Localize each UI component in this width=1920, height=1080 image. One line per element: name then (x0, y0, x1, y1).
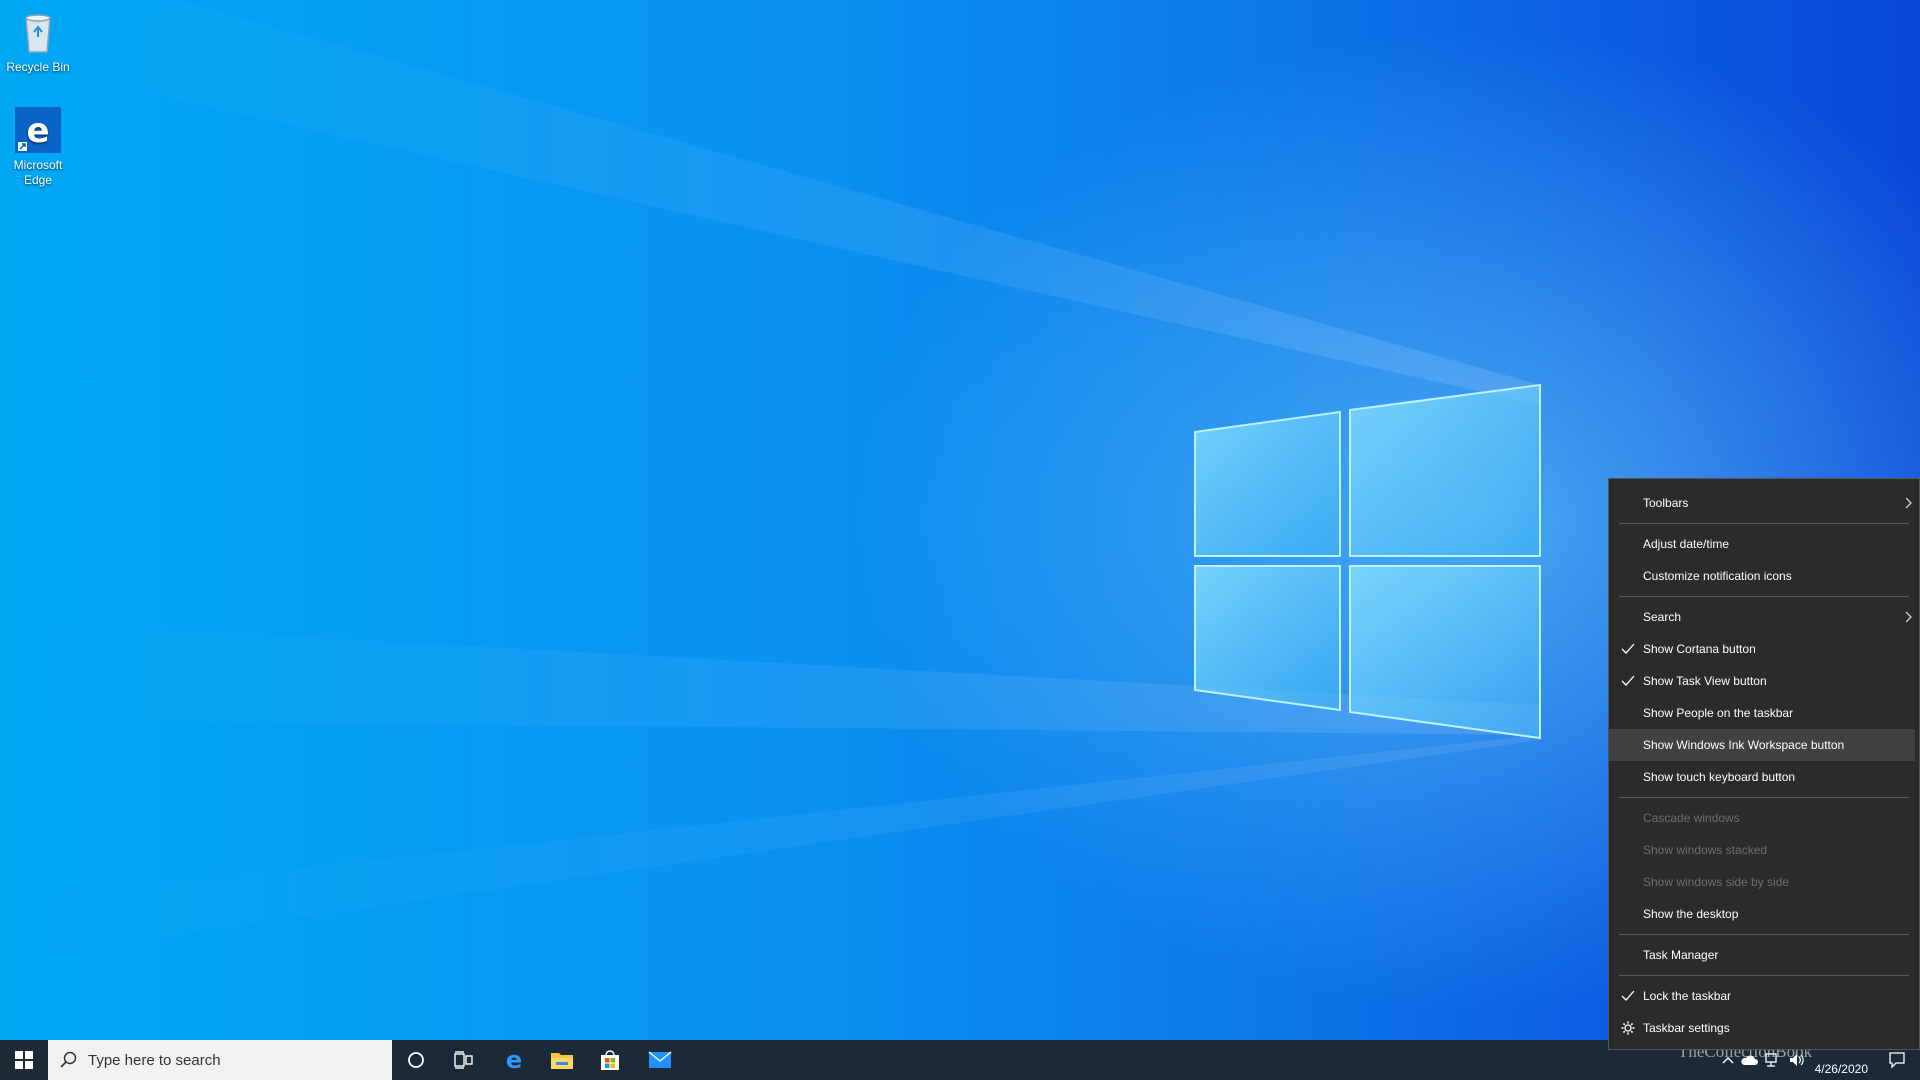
search-placeholder: Type here to search (88, 1051, 221, 1069)
checkmark-icon (1621, 675, 1635, 686)
desktop-icon-recycle-bin[interactable]: Recycle Bin (0, 8, 76, 75)
menu-item-label: Customize notification icons (1643, 569, 1792, 583)
chevron-right-icon (1905, 497, 1912, 509)
menu-item-label: Task Manager (1643, 948, 1719, 962)
menu-item-label: Adjust date/time (1643, 537, 1730, 551)
action-center-icon[interactable] (1888, 1051, 1906, 1069)
search-icon (60, 1051, 77, 1068)
desktop-icon-label: Microsoft Edge (13, 158, 63, 187)
taskbar-store-button[interactable] (586, 1040, 634, 1080)
mail-icon (648, 1051, 672, 1068)
menu-item-show-touch-keyboard-button[interactable]: Show touch keyboard button (1609, 761, 1919, 793)
gear-icon (1621, 1021, 1635, 1035)
menu-item-label: Show People on the taskbar (1643, 706, 1794, 720)
menu-separator (1619, 975, 1909, 976)
menu-item-label: Search (1643, 610, 1682, 624)
store-icon (601, 1050, 619, 1070)
menu-item-toolbars[interactable]: Toolbars (1609, 487, 1919, 519)
menu-item-label: Show Cortana button (1643, 642, 1756, 656)
edge-icon: e (14, 106, 62, 154)
menu-item-label: Toolbars (1643, 496, 1689, 510)
svg-text:e: e (26, 111, 49, 151)
menu-item-cascade-windows: Cascade windows (1609, 802, 1919, 834)
menu-item-show-the-desktop[interactable]: Show the desktop (1609, 898, 1919, 930)
windows-logo-pane (1194, 410, 1341, 557)
menu-item-label: Cascade windows (1643, 811, 1740, 825)
menu-item-label: Lock the taskbar (1643, 989, 1732, 1003)
menu-item-customize-notification-icons[interactable]: Customize notification icons (1609, 560, 1919, 592)
desktop-icon-microsoft-edge[interactable]: e Microsoft Edge (0, 106, 76, 188)
menu-item-label: Show windows stacked (1643, 843, 1768, 857)
menu-item-label: Show the desktop (1643, 907, 1739, 921)
menu-item-search[interactable]: Search (1609, 601, 1919, 633)
menu-item-label: Taskbar settings (1643, 1021, 1730, 1035)
taskbar-file-explorer-button[interactable] (538, 1040, 586, 1080)
windows-logo-pane (1194, 565, 1341, 712)
windows-logo-pane (1349, 383, 1541, 557)
menu-separator (1619, 523, 1909, 524)
desktop-icon-label: Recycle Bin (6, 60, 70, 74)
taskbar-mail-button[interactable] (636, 1040, 684, 1080)
menu-item-show-windows-stacked: Show windows stacked (1609, 834, 1919, 866)
cortana-icon (408, 1052, 424, 1068)
menu-item-show-task-view-button[interactable]: Show Task View button (1609, 665, 1919, 697)
menu-item-show-windows-side-by-side: Show windows side by side (1609, 866, 1919, 898)
taskbar-context-menu: Toolbars Adjust date/time Customize notifi… (1608, 478, 1920, 1050)
menu-item-label: Show Windows Ink Workspace button (1643, 738, 1845, 752)
menu-item-label: Show windows side by side (1643, 875, 1790, 889)
menu-item-task-manager[interactable]: Task Manager (1609, 939, 1919, 971)
taskbar-search-box[interactable]: Type here to search (48, 1040, 392, 1080)
recycle-bin-icon (14, 8, 62, 56)
menu-separator (1619, 797, 1909, 798)
file-explorer-icon (551, 1053, 573, 1069)
menu-item-show-cortana-button[interactable]: Show Cortana button (1609, 633, 1919, 665)
windows-start-icon (15, 1051, 33, 1069)
start-button[interactable] (0, 1040, 48, 1080)
taskbar-edge-button[interactable]: e (490, 1040, 538, 1080)
checkmark-icon (1621, 990, 1635, 1001)
menu-item-taskbar-settings[interactable]: Taskbar settings (1609, 1012, 1919, 1044)
windows-logo-pane (1349, 565, 1541, 740)
edge-icon: e (506, 1048, 522, 1072)
svg-text:e: e (506, 1048, 522, 1072)
menu-item-lock-the-taskbar[interactable]: Lock the taskbar (1609, 980, 1919, 1012)
menu-item-adjust-date-time[interactable]: Adjust date/time (1609, 528, 1919, 560)
menu-item-label: Show Task View button (1643, 674, 1767, 688)
task-view-button[interactable] (440, 1040, 488, 1080)
menu-item-label: Show touch keyboard button (1643, 770, 1796, 784)
checkmark-icon (1621, 643, 1635, 654)
menu-separator (1619, 934, 1909, 935)
task-view-icon (454, 1051, 473, 1069)
menu-item-show-people-on-the-taskbar[interactable]: Show People on the taskbar (1609, 697, 1919, 729)
chevron-right-icon (1905, 611, 1912, 623)
cortana-button[interactable] (392, 1040, 440, 1080)
menu-separator (1619, 596, 1909, 597)
menu-item-show-windows-ink-workspace-button[interactable]: Show Windows Ink Workspace button (1609, 729, 1915, 761)
taskbar-clock-date[interactable]: 4/26/2020 (1815, 1062, 1868, 1076)
